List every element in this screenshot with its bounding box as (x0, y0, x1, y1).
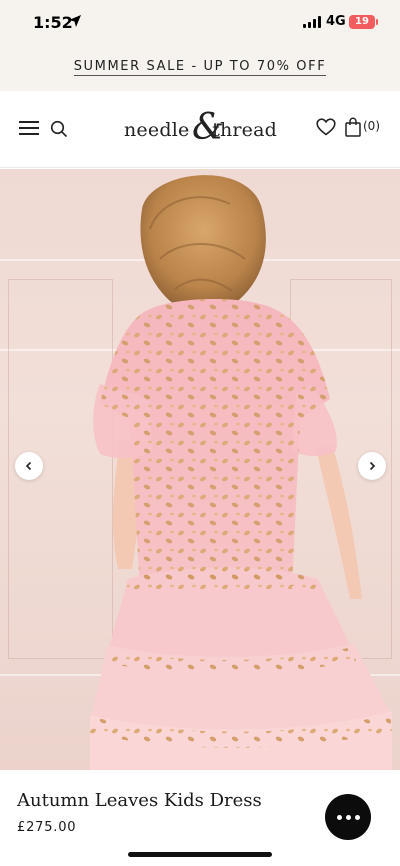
battery-cap (376, 19, 378, 25)
shopping-bag-icon[interactable] (345, 117, 361, 137)
next-image-button[interactable] (358, 452, 386, 480)
brand-logo[interactable]: needle & thread (124, 107, 280, 149)
chevron-right-icon (369, 461, 376, 471)
status-bar: 1:52 4G 19 (0, 0, 400, 44)
dress-illustration (90, 175, 392, 770)
bag-count[interactable]: (0) (363, 119, 380, 133)
home-indicator (128, 852, 272, 857)
network-type: 4G (326, 14, 346, 29)
search-icon[interactable] (50, 120, 68, 138)
chevron-left-icon (25, 461, 32, 471)
product-image[interactable] (0, 169, 400, 770)
chat-button[interactable] (325, 794, 371, 840)
menu-icon[interactable] (19, 121, 39, 137)
promo-link[interactable]: SUMMER SALE - UP TO 70% OFF (73, 59, 327, 76)
chat-icon (336, 814, 342, 820)
status-time: 1:52 (33, 13, 73, 32)
site-header: needle & thread (0) (0, 91, 400, 168)
product-title: Autumn Leaves Kids Dress (17, 790, 262, 811)
product-price: £275.00 (17, 820, 77, 835)
battery-icon: 19 (349, 15, 375, 29)
logo-word-right: thread (212, 119, 277, 141)
promo-banner[interactable]: SUMMER SALE - UP TO 70% OFF (0, 44, 400, 91)
location-arrow-icon (69, 15, 81, 27)
logo-word-left: needle (124, 119, 190, 141)
heart-icon[interactable] (316, 118, 336, 136)
previous-image-button[interactable] (15, 452, 43, 480)
signal-icon (303, 16, 323, 28)
